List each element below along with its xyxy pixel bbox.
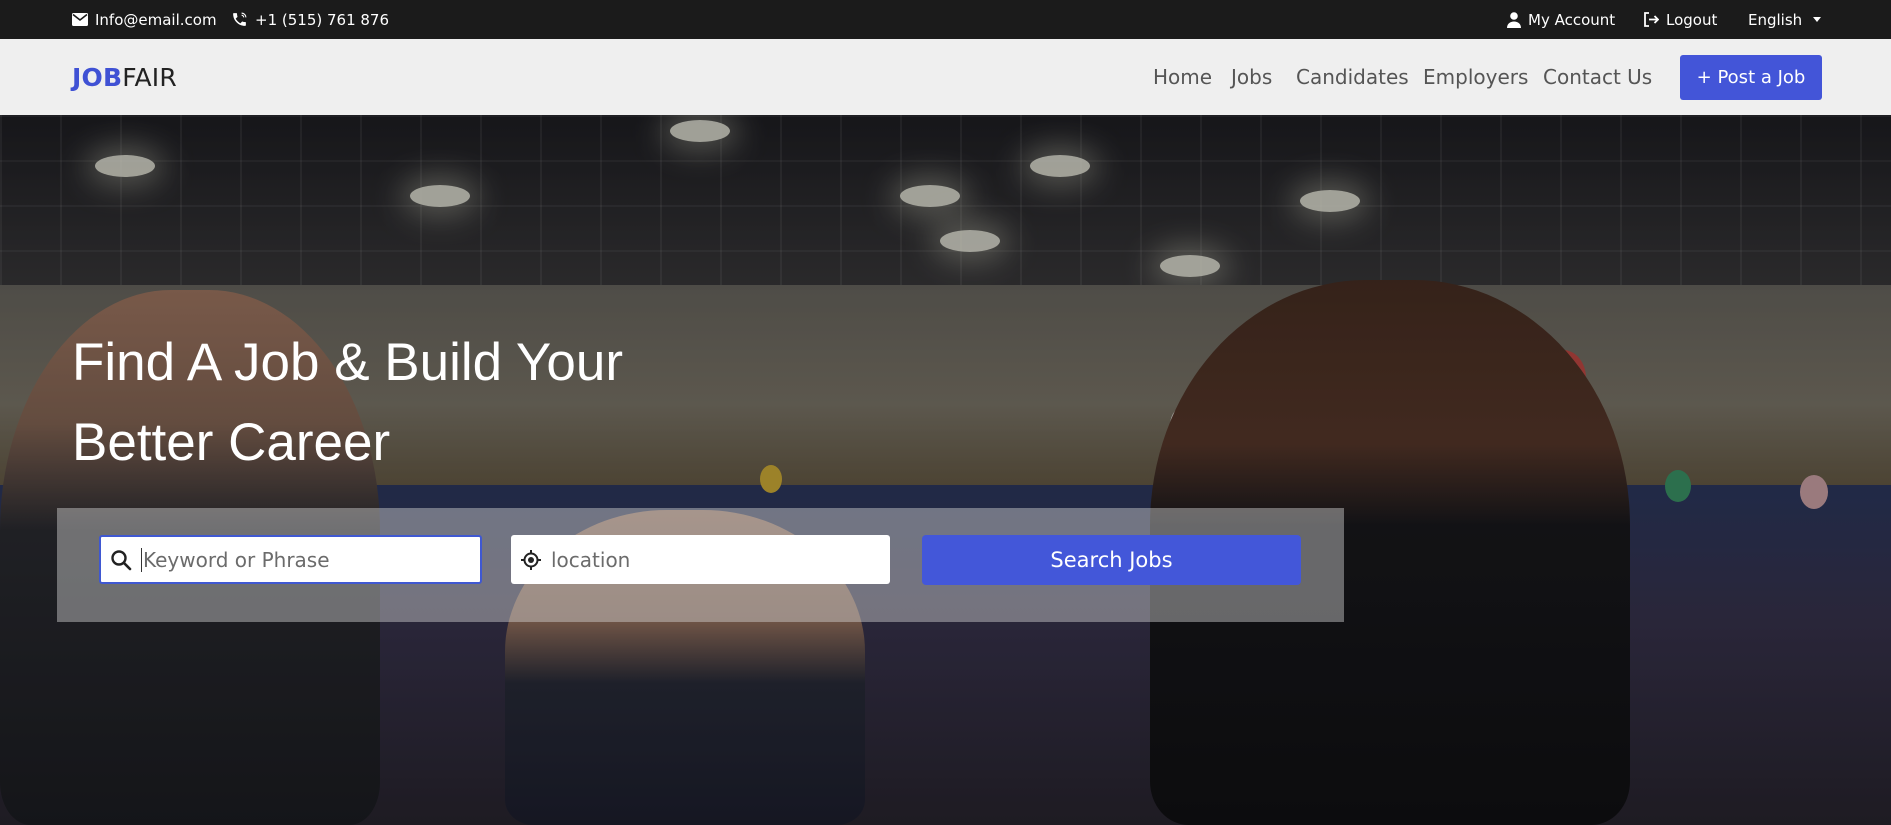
site-logo[interactable]: JOB FAIR	[72, 39, 177, 115]
keyword-search-input[interactable]: Keyword or Phrase	[99, 535, 482, 584]
contact-email-text: Info@email.com	[95, 10, 217, 29]
nav-employers[interactable]: Employers	[1423, 39, 1528, 115]
location-crosshair-icon	[511, 549, 551, 571]
hero-section: Find A Job & Build Your Better Career Ke…	[0, 115, 1891, 825]
logout-icon	[1643, 12, 1659, 27]
search-jobs-button[interactable]: Search Jobs	[922, 535, 1301, 585]
logo-bold-text: JOB	[72, 62, 123, 92]
keyword-input-placeholder: Keyword or Phrase	[141, 547, 330, 572]
logout-label: Logout	[1666, 10, 1718, 29]
job-search-panel: Keyword or Phrase location Search Jobs	[57, 508, 1344, 622]
nav-home[interactable]: Home	[1153, 39, 1212, 115]
my-account-link[interactable]: My Account	[1507, 0, 1615, 39]
location-search-input[interactable]: location	[511, 535, 890, 584]
nav-jobs[interactable]: Jobs	[1231, 39, 1272, 115]
caret-down-icon	[1813, 17, 1822, 22]
hero-headline: Find A Job & Build Your Better Career	[72, 323, 772, 483]
contact-email[interactable]: Info@email.com	[72, 0, 217, 39]
nav-contact-us[interactable]: Contact Us	[1543, 39, 1652, 115]
contact-phone[interactable]: +1 (515) 761 876	[231, 0, 389, 39]
contact-phone-text: +1 (515) 761 876	[255, 10, 390, 29]
hero-headline-line2: Better Career	[72, 413, 391, 472]
my-account-label: My Account	[1528, 10, 1616, 29]
text-cursor	[141, 547, 142, 572]
nav-candidates[interactable]: Candidates	[1296, 39, 1409, 115]
search-icon	[101, 549, 141, 571]
hero-headline-line1: Find A Job & Build Your	[72, 333, 624, 392]
language-label: English	[1748, 10, 1803, 29]
envelope-icon	[72, 13, 88, 26]
top-bar: Info@email.com +1 (515) 761 876 My Accou…	[0, 0, 1891, 39]
main-navbar: JOB FAIR Home Jobs Candidates Employers C…	[0, 39, 1891, 115]
post-a-job-button[interactable]: + Post a Job	[1680, 55, 1822, 100]
language-dropdown[interactable]: English	[1748, 0, 1822, 39]
logout-link[interactable]: Logout	[1643, 0, 1717, 39]
keyword-placeholder-text: Keyword or Phrase	[143, 547, 330, 572]
user-icon	[1507, 11, 1521, 28]
logo-regular-text: FAIR	[122, 62, 177, 92]
phone-icon	[231, 11, 248, 28]
location-placeholder-text: location	[551, 547, 631, 572]
